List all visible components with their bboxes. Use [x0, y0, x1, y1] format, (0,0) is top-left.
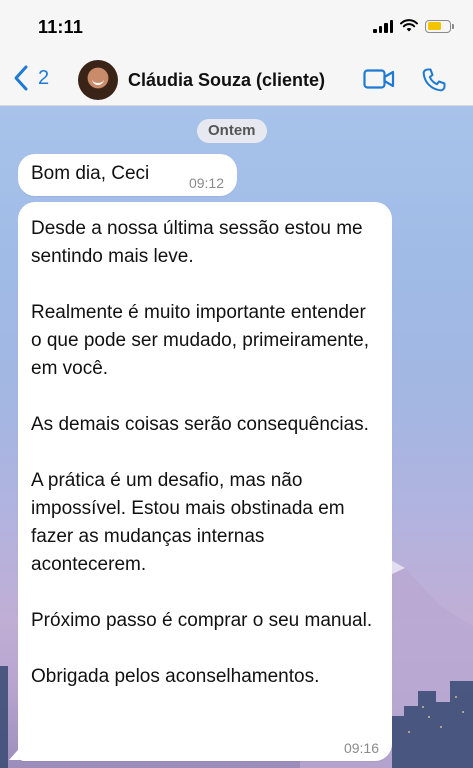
battery-icon: [425, 19, 454, 33]
date-separator: Ontem: [197, 119, 267, 143]
unread-count: 2: [38, 66, 50, 89]
contact-name[interactable]: Cláudia Souza (cliente): [128, 70, 325, 91]
battery-level: [427, 22, 441, 30]
message-paragraph: As demais coisas serão consequências.: [31, 414, 369, 435]
message-paragraph: Obrigada pelos aconselhamentos.: [31, 666, 320, 687]
status-bar: 11:11: [0, 0, 473, 54]
status-icons: [373, 19, 454, 33]
cellular-signal-icon: [373, 19, 393, 33]
wifi-icon: [400, 19, 418, 32]
message-paragraph: Desde a nossa última sessão estou me sen…: [31, 218, 363, 267]
message-paragraph: A prática é um desafio, mas não impossív…: [31, 470, 345, 575]
message-time: 09:16: [343, 740, 379, 756]
message-text: Bom dia, Ceci: [31, 163, 150, 184]
chevron-left-icon: [14, 65, 28, 91]
video-call-button[interactable]: [363, 68, 395, 90]
message-time: 09:12: [188, 175, 224, 191]
message-paragraph: Realmente é muito importante entender o …: [31, 302, 369, 379]
status-time: 11:11: [38, 17, 84, 37]
message-bubble[interactable]: Desde a nossa última sessão estou me sen…: [18, 202, 392, 761]
chat-header: 2 Cláudia Souza (cliente): [0, 54, 473, 106]
message-bubble[interactable]: Bom dia, Ceci 09:12: [18, 154, 237, 196]
message-paragraph: Próximo passo é comprar o seu manual.: [31, 610, 373, 631]
message-body: Desde a nossa última sessão estou me sen…: [31, 215, 381, 691]
chat-area: Ontem Bom dia, Ceci 09:12 Desde a nossa …: [0, 106, 473, 768]
back-button[interactable]: 2: [12, 64, 49, 92]
avatar[interactable]: [78, 60, 118, 100]
phone-call-button[interactable]: [421, 67, 447, 93]
